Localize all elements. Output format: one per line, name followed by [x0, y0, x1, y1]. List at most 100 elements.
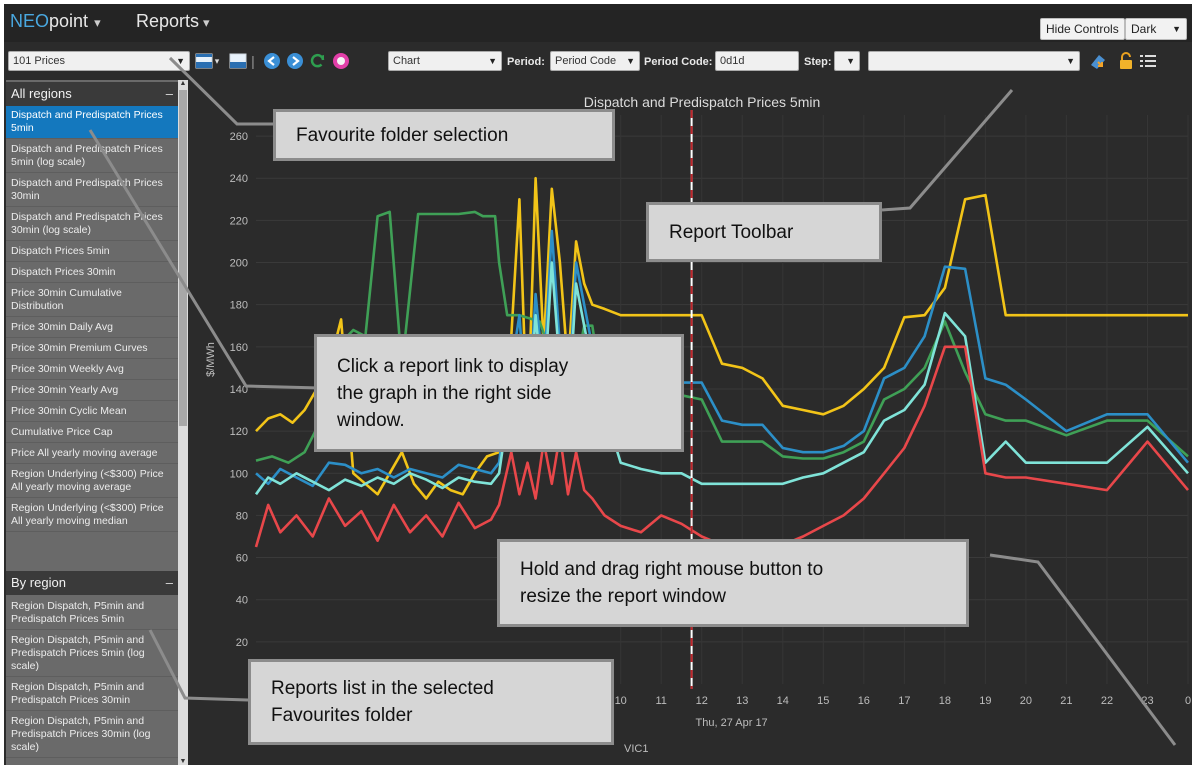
callout-text: Hold and drag right mouse button to [520, 559, 824, 580]
x-tick-label: 21 [1060, 695, 1072, 707]
scroll-up-icon[interactable]: ▲ [178, 80, 188, 87]
theme-select[interactable]: Dark ▼ [1125, 18, 1187, 40]
y-tick-label: 180 [230, 300, 248, 312]
report-link[interactable]: Price 30min Daily Avg [6, 318, 178, 338]
chevron-down-icon: ▾ [203, 15, 210, 30]
scroll-down-icon[interactable]: ▼ [178, 758, 188, 765]
collapse-icon[interactable]: – [166, 571, 173, 595]
callout-text: the graph in the right side [337, 382, 552, 404]
y-axis-label: $/MWh [205, 342, 217, 377]
back-arrow-icon[interactable] [262, 51, 282, 71]
report-link[interactable]: Price All yearly moving average [6, 444, 178, 464]
y-tick-label: 220 [230, 215, 248, 227]
report-toolbar: 101 Prices ▼ ▾ | Chart ▼ Period: Period Co… [4, 48, 1192, 74]
favourite-folder-value: 101 Prices [13, 55, 65, 67]
report-link[interactable]: Region Underlying (<$300) Price All year… [6, 499, 178, 532]
report-link[interactable]: Region Underlying (<$300) Price All year… [6, 465, 178, 498]
chevron-down-icon[interactable]: ▾ [211, 51, 223, 71]
chevron-down-icon: ▼ [176, 56, 185, 66]
report-link[interactable]: Dispatch and Predispatch Prices 5min (lo… [6, 140, 178, 173]
download-icon[interactable] [1088, 51, 1108, 71]
chart-title: Dispatch and Predispatch Prices 5min [584, 94, 821, 110]
report-link[interactable]: Cumulative Price Cap [6, 423, 178, 443]
report-link[interactable]: Price 30min Premium Curves [6, 339, 178, 359]
x-tick-label: 10 [615, 695, 627, 707]
brand-menu[interactable]: NEOpoint ▾ [10, 11, 101, 32]
x-tick-label: 18 [939, 695, 951, 707]
report-link[interactable]: Region Dispatch, P5min and Predispatch P… [6, 678, 178, 711]
toolbar-divider: | [251, 53, 255, 69]
y-tick-label: 260 [230, 131, 248, 143]
period-select[interactable]: Period Code ▼ [550, 51, 640, 71]
y-tick-label: 60 [236, 553, 248, 565]
collapse-icon[interactable]: – [166, 82, 173, 106]
step-label: Step: [804, 56, 832, 68]
favourite-folder-select[interactable]: 101 Prices ▼ [8, 51, 190, 71]
lock-icon[interactable] [1116, 51, 1136, 71]
period-code-label: Period Code: [644, 56, 713, 68]
x-tick-label: 12 [696, 695, 708, 707]
chevron-down-icon: ▼ [1172, 24, 1181, 34]
y-tick-label: 100 [230, 468, 248, 480]
x-tick-label: 13 [736, 695, 748, 707]
y-tick-label: 80 [236, 510, 248, 522]
chevron-down-icon: ▾ [94, 15, 101, 30]
period-code-input[interactable]: 0d1d [715, 51, 799, 71]
callout-text: Favourites folder [271, 705, 413, 726]
callout-text: window. [337, 409, 405, 431]
y-tick-label: 20 [236, 637, 248, 649]
step-select[interactable]: ▼ [834, 51, 860, 71]
group-header-by-region[interactable]: By region – [6, 571, 178, 595]
y-tick-label: 120 [230, 426, 248, 438]
report-link[interactable]: Dispatch and Predispatch Prices 5min [6, 106, 178, 139]
chevron-down-icon: ▼ [846, 56, 855, 66]
x-tick-label: 15 [817, 695, 829, 707]
region-select[interactable]: ▼ [868, 51, 1080, 71]
report-link[interactable]: Dispatch Prices 30min [6, 263, 178, 283]
callout-text: Report Toolbar [669, 221, 794, 243]
brand-point: point [49, 11, 89, 31]
report-link[interactable]: Region Dispatch, P5min and Predispatch P… [6, 631, 178, 677]
group-header-all-regions[interactable]: All regions – [6, 82, 178, 106]
hide-controls-button[interactable]: Hide Controls [1040, 18, 1125, 40]
callout-text: Click a report link to display [337, 355, 569, 377]
chevron-down-icon: ▼ [1066, 56, 1075, 66]
x-tick-label: 22 [1101, 695, 1113, 707]
x-date-label: Thu, 27 Apr 17 [696, 717, 768, 729]
group-title: All regions [11, 86, 72, 101]
view-select[interactable]: Chart ▼ [388, 51, 502, 71]
callout-report-toolbar: Report Toolbar [646, 202, 882, 262]
list-icon[interactable] [1138, 51, 1158, 71]
x-tick-label: 19 [979, 695, 991, 707]
brand-neo: NEO [10, 11, 50, 31]
callout-text: Reports list in the selected [271, 678, 494, 699]
forward-arrow-icon[interactable] [285, 51, 305, 71]
callout-text: resize the report window [520, 586, 726, 607]
report-link[interactable]: Price 30min Yearly Avg [6, 381, 178, 401]
y-tick-label: 240 [230, 173, 248, 185]
reports-sidebar: All regions – Dispatch and Predispatch Pr… [6, 80, 188, 765]
record-icon[interactable] [331, 51, 351, 71]
report-link[interactable]: Region Dispatch, P5min and Predispatch P… [6, 712, 178, 758]
report-link[interactable]: Price 30min Weekly Avg [6, 360, 178, 380]
report-link[interactable]: Region Dispatch, P5min and Predispatch P… [6, 597, 178, 630]
x-tick-label: 20 [1020, 695, 1032, 707]
export-icon[interactable] [228, 51, 248, 71]
x-tick-label: 17 [898, 695, 910, 707]
reports-menu[interactable]: Reports ▾ [136, 11, 210, 32]
callout-resize: Hold and drag right mouse button to resi… [497, 539, 969, 627]
refresh-icon[interactable] [308, 51, 328, 71]
report-link[interactable]: Dispatch and Predispatch Prices 30min [6, 174, 178, 207]
report-link[interactable]: Dispatch Prices 5min [6, 242, 178, 262]
report-link[interactable]: Dispatch and Predispatch Prices 30min (l… [6, 208, 178, 241]
y-tick-label: 40 [236, 595, 248, 607]
x-tick-label: 23 [1141, 695, 1153, 707]
period-select-value: Period Code [555, 55, 617, 67]
y-tick-label: 200 [230, 258, 248, 270]
report-link[interactable]: Price 30min Cumulative Distribution [6, 284, 178, 317]
sidebar-scrollbar[interactable]: ▲ ▼ [178, 80, 188, 765]
theme-select-value: Dark [1131, 22, 1157, 36]
scrollbar-thumb[interactable] [179, 90, 187, 426]
report-link[interactable]: Price 30min Cyclic Mean [6, 402, 178, 422]
callout-reports-list: Reports list in the selected Favourites … [248, 659, 614, 745]
